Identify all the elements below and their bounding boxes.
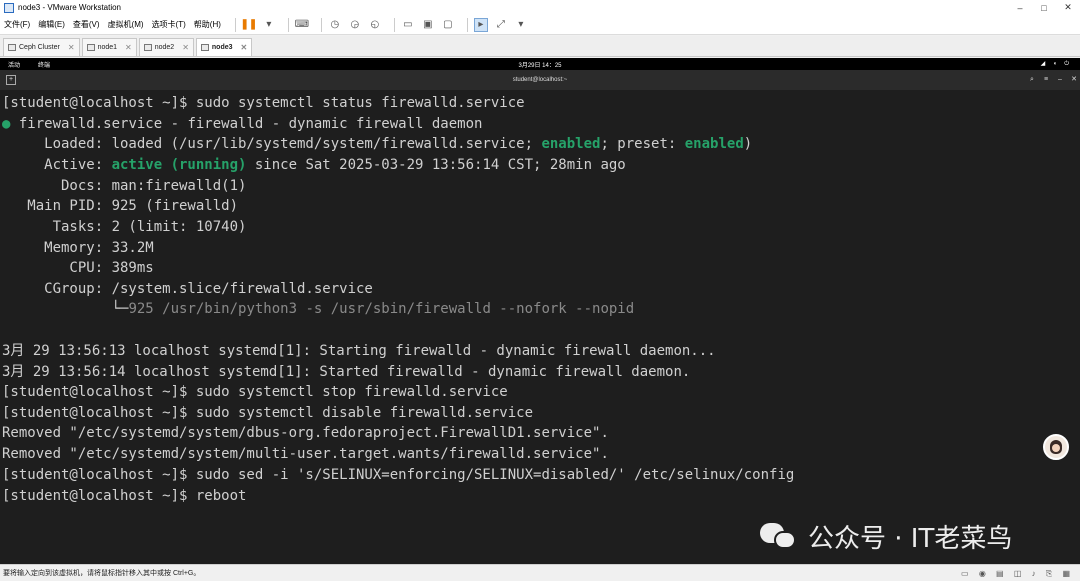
menu-bar: 文件(F) 编辑(E) 查看(V) 虚拟机(M) 选项卡(T) 帮助(H) ❚❚… <box>0 15 1080 35</box>
toolbar-separator <box>234 17 236 32</box>
console-view-icon[interactable]: ▸ <box>473 17 488 32</box>
full-screen-icon[interactable]: ▢ <box>441 18 455 32</box>
menu-tabs[interactable]: 选项卡(T) <box>152 19 186 30</box>
maximize-button[interactable]: □ <box>1032 3 1056 13</box>
terminal-line: CGroup: /system.slice/firewalld.service <box>2 281 373 297</box>
vm-tab-bar: Ceph Cluster ✕ node1 ✕ node2 ✕ node3 ✕ <box>0 36 1080 57</box>
window-title-bar: node3 - VMware Workstation – □ ✕ <box>0 0 1080 15</box>
tab-node1[interactable]: node1 ✕ <box>81 38 137 56</box>
vm-icon <box>143 44 152 51</box>
menu-vm[interactable]: 虚拟机(M) <box>108 19 144 30</box>
terminal-line: Active: active (running) since Sat 2025-… <box>2 155 626 175</box>
window-title: node3 - VMware Workstation <box>18 3 122 12</box>
snapshot-manager-icon[interactable]: ◵ <box>368 18 382 32</box>
system-status-icons[interactable]: ◢ ◖ ⏻ <box>1041 60 1072 68</box>
terminal-line: └─925 /usr/bin/python3 -s /usr/sbin/fire… <box>2 299 635 319</box>
toolbar-separator <box>466 17 468 32</box>
avatar-face-icon <box>1050 440 1062 454</box>
avatar <box>1043 434 1069 460</box>
tab-label: node3 <box>211 44 233 51</box>
tab-close-icon[interactable]: ✕ <box>125 43 132 52</box>
terminal-line: Removed "/etc/systemd/system/dbus-org.fe… <box>2 425 609 441</box>
gnome-clock[interactable]: 3月29日 14：25 <box>0 60 1080 69</box>
tab-close-icon[interactable]: ✕ <box>241 43 248 52</box>
tree-connector: └─ <box>2 301 129 317</box>
search-icon[interactable]: ⌕ <box>1027 75 1037 85</box>
terminal-line: [student@localhost ~]$ sudo systemctl di… <box>2 405 534 421</box>
terminal-line: [student@localhost ~]$ reboot <box>2 488 247 504</box>
tab-node2[interactable]: node2 ✕ <box>138 38 194 56</box>
terminal-line: Memory: 33.2M <box>2 240 154 256</box>
terminal-line: [student@localhost ~]$ sudo systemctl st… <box>2 95 525 111</box>
menu-file[interactable]: 文件(F) <box>4 19 30 30</box>
pause-icon[interactable]: ❚❚ <box>241 18 258 32</box>
tab-label: Ceph Cluster <box>19 44 60 51</box>
enabled-text: enabled <box>541 136 601 152</box>
terminal-line: 3月 29 13:56:14 localhost systemd[1]: Sta… <box>2 364 691 380</box>
minimize-icon[interactable]: – <box>1055 75 1065 85</box>
tab-ceph-cluster[interactable]: Ceph Cluster ✕ <box>3 38 80 56</box>
terminal-text: 925 /usr/bin/python3 -s /usr/sbin/firewa… <box>128 301 635 317</box>
terminal-output[interactable]: [student@localhost ~]$ sudo systemctl st… <box>0 90 1080 564</box>
tab-label: node2 <box>154 44 175 51</box>
wechat-watermark: 公众号 · IT老菜鸟 <box>760 520 1013 554</box>
enabled-text: enabled <box>684 136 744 152</box>
terminal-line: [student@localhost ~]$ sudo sed -i 's/SE… <box>2 467 795 483</box>
stretch-dropdown-icon[interactable]: ▾ <box>514 18 528 32</box>
terminal-line: Docs: man:firewalld(1) <box>2 178 247 194</box>
tab-close-icon[interactable]: ✕ <box>182 43 189 52</box>
vm-folder-icon <box>8 44 16 51</box>
terminal-line: 3月 29 13:56:13 localhost systemd[1]: Sta… <box>2 343 716 359</box>
menu-help[interactable]: 帮助(H) <box>194 19 221 30</box>
terminal-text: ) <box>743 136 753 152</box>
menu-edit[interactable]: 编辑(E) <box>38 19 65 30</box>
vm-icon <box>86 44 95 51</box>
toolbar-separator <box>320 17 322 32</box>
terminal-line: ● firewalld.service - firewalld - dynami… <box>2 114 482 134</box>
minimize-button[interactable]: – <box>1008 3 1032 13</box>
hamburger-menu-icon[interactable]: ≡ <box>1041 75 1051 85</box>
send-ctrl-alt-del-icon[interactable]: ⌨ <box>295 18 309 32</box>
vmware-app-icon <box>4 2 14 13</box>
terminal-line: Tasks: 2 (limit: 10740) <box>2 219 247 235</box>
terminal-line: [student@localhost ~]$ sudo systemctl st… <box>2 384 508 400</box>
close-icon[interactable]: ✕ <box>1069 75 1079 85</box>
dropdown-arrow-icon[interactable]: ▾ <box>262 18 276 32</box>
active-running-text: active (running) <box>111 157 247 173</box>
snapshot-icon[interactable]: ◷ <box>328 18 342 32</box>
terminal-text: since Sat 2025-03-29 13:56:14 CST; 28min… <box>246 157 626 173</box>
revert-snapshot-icon[interactable]: ◶ <box>348 18 362 32</box>
terminal-text: Loaded: loaded (/usr/lib/systemd/system/… <box>2 136 542 152</box>
terminal-line: CPU: 389ms <box>2 260 154 276</box>
terminal-line: Removed "/etc/systemd/system/multi-user.… <box>2 446 609 462</box>
close-button[interactable]: ✕ <box>1056 2 1080 13</box>
tab-node3[interactable]: node3 ✕ <box>195 38 253 56</box>
thumbnail-bar-icon[interactable]: ▣ <box>421 18 435 32</box>
tab-close-icon[interactable]: ✕ <box>68 43 75 52</box>
show-library-icon[interactable]: ▭ <box>401 18 415 32</box>
stretch-view-icon[interactable]: ⤢ <box>494 18 508 32</box>
terminal-line: Main PID: 925 (firewalld) <box>2 198 239 214</box>
toolbar-separator <box>393 17 395 32</box>
terminal-text: Active: <box>2 157 112 173</box>
toolbar-separator <box>287 17 289 32</box>
menu-view[interactable]: 查看(V) <box>73 19 100 30</box>
tab-label: node1 <box>97 44 118 51</box>
watermark-text: 公众号 · IT老菜鸟 <box>808 523 1013 554</box>
terminal-title: student@localhost:~ <box>512 77 568 83</box>
status-bar: 要将输入定向到该虚拟机，请将鼠标指针移入其中或按 Ctrl+G。 ▭ ◉ ▤ ◫… <box>0 564 1080 581</box>
terminal-text: firewalld.service - firewalld - dynamic … <box>10 116 483 132</box>
status-text: 要将输入定向到该虚拟机，请将鼠标指针移入其中或按 Ctrl+G。 <box>3 570 201 577</box>
terminal-line: Loaded: loaded (/usr/lib/systemd/system/… <box>2 134 752 154</box>
wechat-icon <box>760 521 800 551</box>
gnome-top-bar: 活动 终端 3月29日 14：25 ◢ ◖ ⏻ <box>0 58 1080 70</box>
terminal-header-bar: + student@localhost:~ ⌕ ≡ – ✕ <box>0 70 1080 90</box>
terminal-text: ; preset: <box>600 136 685 152</box>
device-status-icons[interactable]: ▭ ◉ ▤ ◫ ♪ ⎘ ▦ <box>961 569 1074 579</box>
vm-icon <box>200 44 209 51</box>
